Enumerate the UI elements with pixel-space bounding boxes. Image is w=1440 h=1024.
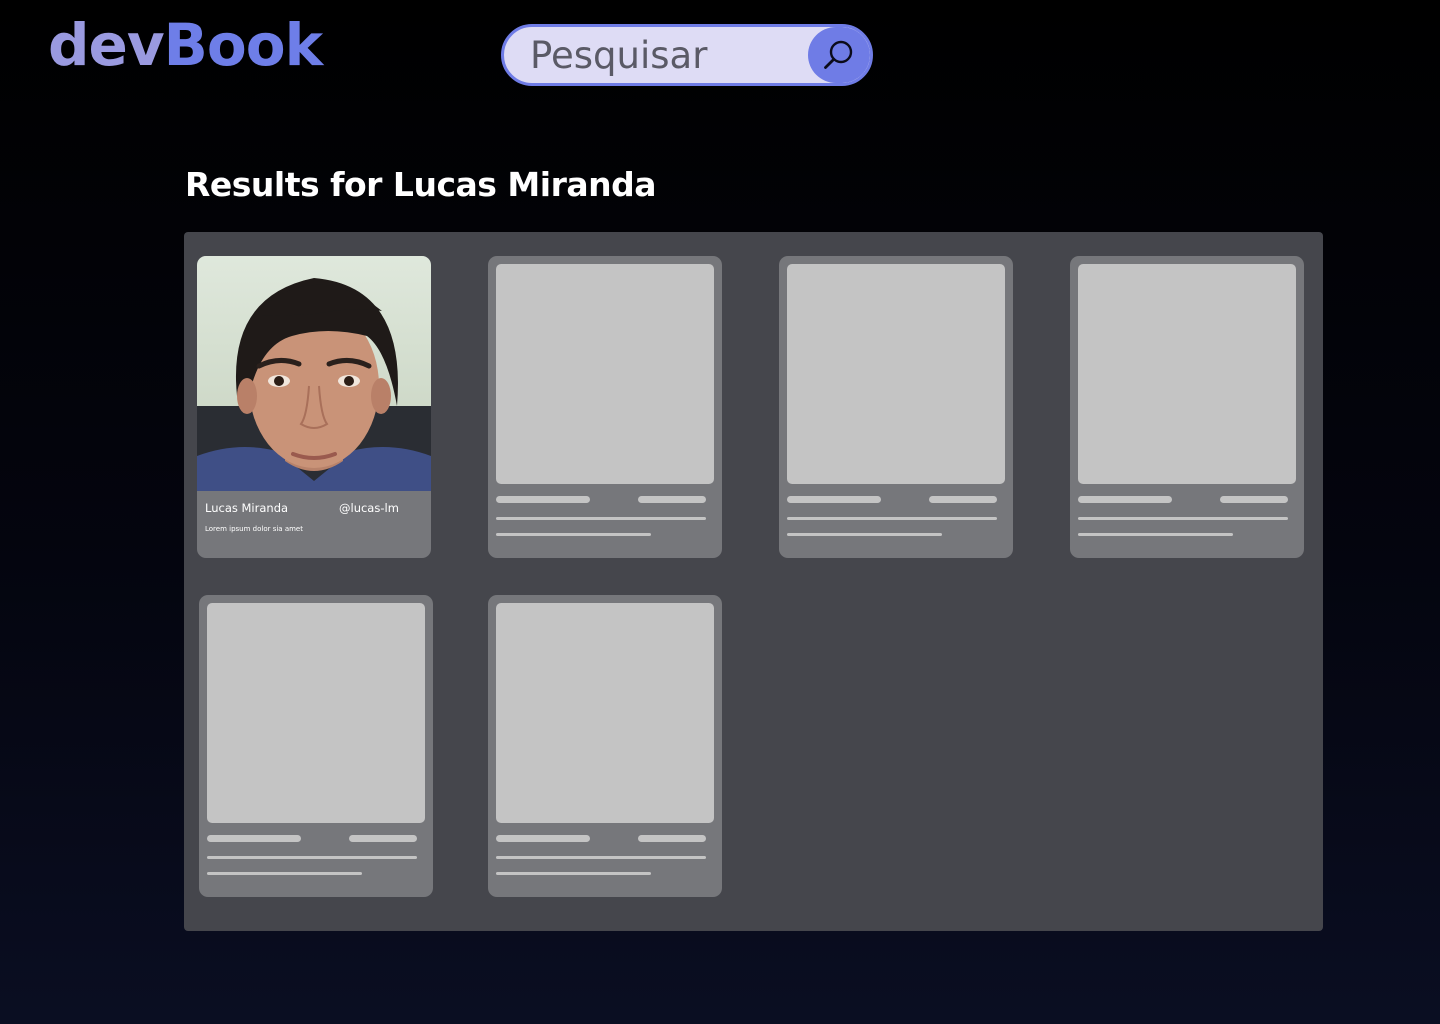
skeleton-name-bar [496, 835, 590, 842]
skeleton-handle-bar [638, 835, 706, 842]
profile-bio: Lorem ipsum dolor sia amet [205, 525, 303, 533]
skeleton-text-line [207, 856, 417, 859]
skeleton-card [1070, 256, 1304, 558]
devbook-logo[interactable]: devBook [48, 16, 323, 74]
skeleton-text-line [496, 856, 706, 859]
skeleton-text-line [496, 872, 651, 875]
skeleton-image [207, 603, 425, 823]
skeleton-text-line [1078, 517, 1288, 520]
skeleton-text-line [496, 533, 651, 536]
skeleton-card [488, 256, 722, 558]
results-title: Results for Lucas Miranda [185, 165, 657, 204]
skeleton-handle-bar [638, 496, 706, 503]
skeleton-image [787, 264, 1005, 484]
skeleton-handle-bar [1220, 496, 1288, 503]
logo-book-text: Book [163, 11, 323, 79]
skeleton-card [488, 595, 722, 897]
profile-photo [197, 256, 431, 491]
results-panel: Lucas Miranda @lucas-lm Lorem ipsum dolo… [184, 232, 1323, 931]
skeleton-handle-bar [349, 835, 417, 842]
skeleton-name-bar [207, 835, 301, 842]
skeleton-card [199, 595, 433, 897]
skeleton-text-line [787, 533, 942, 536]
search-button[interactable] [808, 27, 870, 83]
profile-name: Lucas Miranda [205, 501, 289, 515]
skeleton-text-line [496, 517, 706, 520]
search-bar [501, 24, 873, 86]
skeleton-image [496, 603, 714, 823]
profile-card[interactable]: Lucas Miranda @lucas-lm Lorem ipsum dolo… [197, 256, 431, 558]
skeleton-name-bar [1078, 496, 1172, 503]
skeleton-card [779, 256, 1013, 558]
skeleton-name-bar [496, 496, 590, 503]
search-icon [824, 40, 853, 69]
logo-dev-text: dev [48, 11, 165, 79]
skeleton-name-bar [787, 496, 881, 503]
skeleton-image [1078, 264, 1296, 484]
search-input[interactable] [504, 27, 804, 83]
skeleton-text-line [207, 872, 362, 875]
skeleton-text-line [787, 517, 997, 520]
skeleton-image [496, 264, 714, 484]
skeleton-text-line [1078, 533, 1233, 536]
profile-handle: @lucas-lm [339, 501, 399, 515]
skeleton-handle-bar [929, 496, 997, 503]
